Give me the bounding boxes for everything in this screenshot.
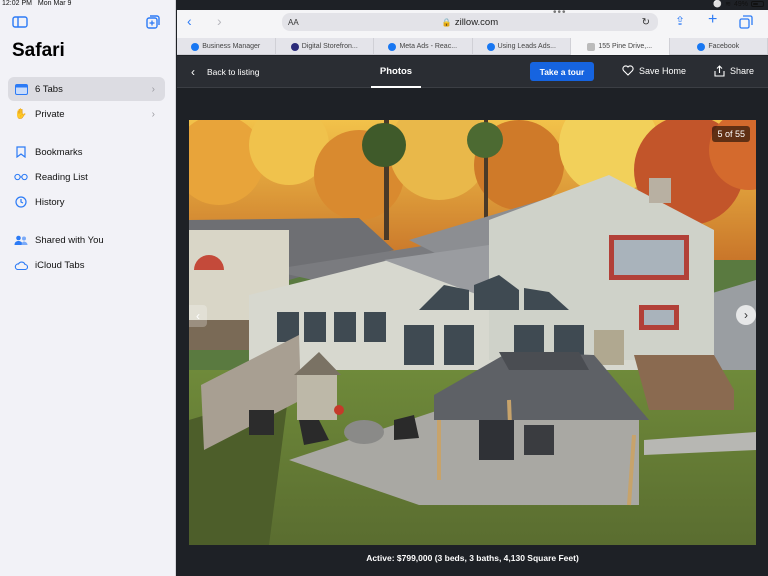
tab-overview-icon[interactable]: [739, 15, 753, 29]
hand-icon: ✋: [14, 108, 28, 120]
reader-aa-button[interactable]: AA: [288, 18, 299, 27]
tabs-icon: [14, 82, 28, 96]
k-favicon-icon: [290, 42, 299, 51]
share-button[interactable]: Share: [714, 65, 754, 77]
safari-sidebar: Safari 6 Tabs › ✋ Private › Bookmarks Re…: [0, 0, 176, 576]
chevron-left-icon: ‹: [191, 65, 195, 79]
listing-photo-header: ‹ Back to listing Photos Take a tour Sav…: [177, 56, 768, 88]
sidebar-item-label: History: [35, 196, 65, 208]
take-a-tour-button[interactable]: Take a tour: [530, 62, 594, 81]
status-date: Mon Mar 9: [37, 0, 72, 7]
address-bar[interactable]: AA 🔒 zillow.com ↻: [282, 13, 658, 31]
cloud-icon: [14, 258, 28, 272]
sidebar-item-shared-with-you[interactable]: Shared with You: [8, 228, 165, 252]
tab-facebook[interactable]: Facebook: [670, 38, 768, 55]
listing-caption: Active: $799,000 (3 beds, 3 baths, 4,130…: [366, 553, 579, 563]
lock-icon: 🔒: [441, 17, 452, 27]
sidebar-item-label: 6 Tabs: [35, 83, 63, 95]
sidebar-item-label: Bookmarks: [35, 146, 83, 158]
browser-toolbar: ••• ‹ › AA 🔒 zillow.com ↻ ⇪ +: [177, 8, 768, 38]
sidebar-item-reading-list[interactable]: Reading List: [8, 165, 165, 189]
facebook-favicon-icon: [697, 42, 706, 51]
sidebar-item-label: Private: [35, 108, 65, 120]
status-bar: 12:02 PM Mon Mar 9 ⚪ ≋ 49%: [0, 0, 768, 10]
sidebar-title: Safari: [12, 40, 65, 61]
status-time: 12:02 PM: [2, 0, 32, 7]
people-icon: [14, 233, 28, 247]
sidebar-item-label: iCloud Tabs: [35, 259, 85, 271]
back-icon[interactable]: ‹: [187, 13, 192, 29]
sidebar-item-tabs[interactable]: 6 Tabs ›: [8, 77, 165, 101]
meta-favicon-icon: [388, 42, 397, 51]
listing-photo[interactable]: 5 of 55 ‹ ›: [189, 120, 756, 545]
meta-favicon-icon: [191, 42, 200, 51]
chevron-right-icon: ›: [151, 83, 155, 95]
bookmark-icon: [14, 145, 28, 159]
sidebar-item-label: Reading List: [35, 171, 88, 183]
sidebar-toggle-icon[interactable]: [12, 14, 28, 30]
tab-business-manager[interactable]: Business Manager: [177, 38, 276, 55]
sidebar-item-bookmarks[interactable]: Bookmarks: [8, 140, 165, 164]
chevron-right-icon: ›: [744, 308, 748, 322]
next-photo-button[interactable]: ›: [736, 305, 756, 325]
previous-photo-button[interactable]: ‹: [189, 305, 207, 327]
sidebar-item-label: Shared with You: [35, 234, 104, 246]
tab-photos[interactable]: Photos: [371, 56, 421, 88]
heart-icon: [622, 65, 634, 76]
wifi-icon: ≋: [725, 1, 731, 8]
close-tab-icon[interactable]: [587, 42, 596, 51]
url-text: zillow.com: [454, 16, 499, 28]
house-photo: [189, 120, 756, 545]
save-home-button[interactable]: Save Home: [622, 65, 686, 76]
tab-using-leads-ads[interactable]: Using Leads Ads...: [473, 38, 571, 55]
sidebar-item-private[interactable]: ✋ Private ›: [8, 102, 165, 126]
tab-meta-ads[interactable]: Meta Ads - Reac...: [374, 38, 473, 55]
chevron-right-icon: ›: [151, 108, 155, 120]
signal-icon: ⚪: [713, 1, 723, 8]
glasses-icon: [14, 170, 28, 184]
battery-level: [753, 3, 758, 5]
new-tab-icon[interactable]: +: [708, 11, 717, 29]
tab-digital-storefront[interactable]: Digital Storefron...: [276, 38, 374, 55]
clock-icon: [14, 195, 28, 209]
back-to-listing-link[interactable]: ‹ Back to listing: [191, 65, 259, 79]
photo-counter: 5 of 55: [712, 126, 750, 142]
tab-bar: Business Manager Digital Storefron... Me…: [177, 38, 768, 55]
battery-percent: 49%: [733, 0, 748, 8]
share-icon: [714, 65, 725, 77]
forward-icon[interactable]: ›: [217, 13, 222, 29]
battery-icon: [751, 1, 764, 7]
chevron-left-icon: ‹: [196, 309, 200, 323]
facebook-favicon-icon: [486, 42, 495, 51]
tab-155-pine-drive[interactable]: 155 Pine Drive,...: [571, 38, 670, 55]
share-icon[interactable]: ⇪: [675, 14, 685, 28]
sidebar-item-history[interactable]: History: [8, 190, 165, 214]
new-tab-group-icon[interactable]: [145, 14, 161, 30]
reload-icon[interactable]: ↻: [642, 17, 650, 28]
sidebar-item-icloud-tabs[interactable]: iCloud Tabs: [8, 253, 165, 277]
